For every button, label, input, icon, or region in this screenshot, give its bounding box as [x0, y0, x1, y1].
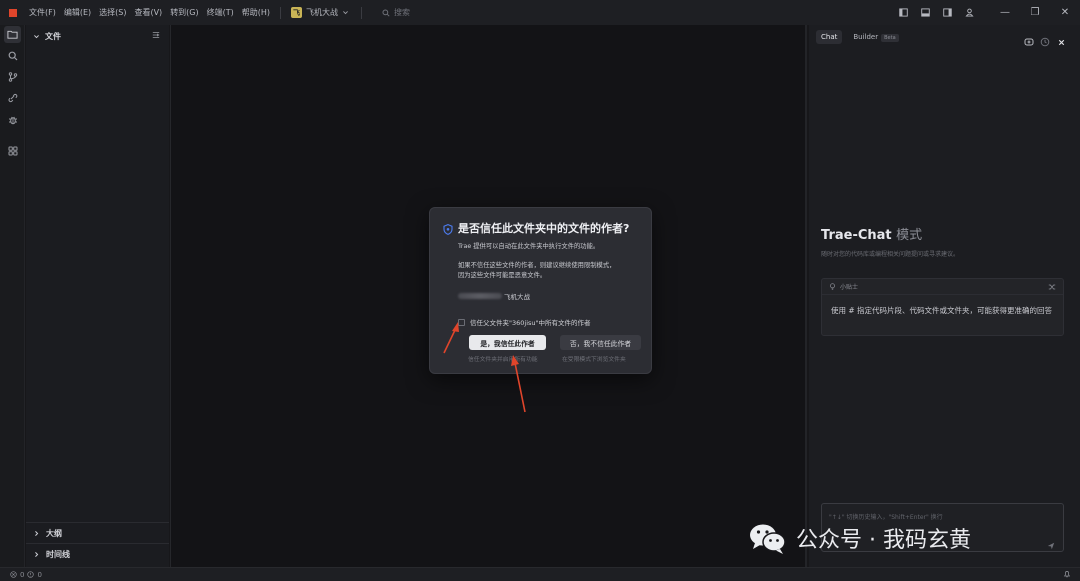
- chat-subtitle: 随时对您的代码库或编程相关问题提问或寻求建议。: [821, 251, 960, 258]
- tab-builder-label: Builder: [853, 33, 879, 41]
- send-icon[interactable]: [1047, 535, 1055, 550]
- menu-file[interactable]: 文件(F): [29, 7, 56, 18]
- shield-icon: [443, 220, 453, 239]
- chat-heading: Trae-Chat 模式: [821, 224, 922, 243]
- checkbox-box[interactable]: [458, 318, 465, 326]
- title-bar: 文件(F) 编辑(E) 选择(S) 查看(V) 转到(G) 终端(T) 帮助(H…: [0, 0, 1080, 25]
- activity-bar: [0, 25, 25, 567]
- watermark-text: 公众号 · 我码玄黄: [796, 528, 971, 553]
- search-icon: [382, 8, 390, 17]
- redacted-path: [458, 293, 502, 299]
- title-divider: [280, 6, 282, 19]
- outline-title: 大纲: [46, 528, 62, 538]
- trust-yes-button[interactable]: 是，我信任此作者: [469, 335, 546, 350]
- chevron-down-icon: [343, 11, 348, 15]
- folder-path: 飞机大战: [458, 291, 530, 301]
- search-placeholder: 搜索: [394, 8, 411, 17]
- dialog-description-1: Trae 提供可以自动在此文件夹中执行文件的功能。: [458, 243, 600, 250]
- watermark: 公众号 · 我码玄黄: [748, 521, 971, 555]
- explorer-icon[interactable]: [4, 26, 21, 43]
- tab-chat[interactable]: Chat: [816, 30, 843, 44]
- toggle-left-panel-icon[interactable]: [892, 0, 914, 25]
- trust-parent-checkbox[interactable]: 信任父文件夹"360jisu"中所有文件的作者: [458, 317, 591, 327]
- app-logo: [9, 8, 17, 17]
- new-chat-icon[interactable]: [1024, 32, 1034, 46]
- files-section-title: 文件: [45, 31, 61, 41]
- dialog-title: 是否信任此文件夹中的文件的作者?: [458, 222, 630, 235]
- trust-no-caption: 在受限模式下浏览文件夹: [562, 357, 626, 363]
- menu-selection[interactable]: 选择(S): [99, 7, 126, 18]
- menu-go[interactable]: 转到(G): [170, 7, 198, 18]
- chat-mode: 模式: [896, 228, 923, 243]
- restore-button[interactable]: ❐: [1020, 0, 1050, 25]
- bell-icon[interactable]: [1063, 570, 1071, 580]
- close-window-button[interactable]: ✕: [1050, 0, 1080, 25]
- extensions-icon[interactable]: [4, 142, 21, 159]
- trust-no-button[interactable]: 否，我不信任此作者: [560, 335, 641, 350]
- outline-section-header[interactable]: 大纲: [26, 522, 169, 543]
- minimize-button[interactable]: —: [990, 0, 1020, 25]
- error-count: 0: [20, 570, 25, 579]
- tip-card: 小贴士 使用 # 指定代码片段、代码文件或文件夹，可能获得更准确的回答: [821, 278, 1064, 336]
- trae-ide-window: 文件(F) 编辑(E) 选择(S) 查看(V) 转到(G) 终端(T) 帮助(H…: [0, 0, 1080, 581]
- tip-header: 小贴士: [822, 279, 1063, 295]
- chevron-right-icon: [35, 551, 39, 557]
- chat-input-placeholder: "↑↓" 切换历史输入，"Shift+Enter" 换行: [829, 514, 943, 521]
- workspace-trust-dialog: 是否信任此文件夹中的文件的作者? Trae 提供可以自动在此文件夹中执行文件的功…: [429, 207, 652, 374]
- timeline-section-header[interactable]: 时间线: [26, 543, 169, 564]
- account-icon[interactable]: [958, 0, 980, 25]
- chevron-right-icon: [35, 530, 39, 536]
- toggle-bottom-panel-icon[interactable]: [914, 0, 936, 25]
- beta-badge: Beta: [881, 34, 899, 42]
- files-section-header[interactable]: 文件: [26, 25, 169, 47]
- title-divider-2: [361, 6, 363, 19]
- wechat-icon: [750, 524, 786, 554]
- close-icon[interactable]: [1057, 32, 1067, 46]
- menu-view[interactable]: 查看(V): [134, 7, 162, 18]
- explorer-panel: 文件 大纲 时间线: [26, 25, 169, 567]
- project-badge: 飞: [291, 7, 303, 18]
- tip-text: 使用 # 指定代码片段、代码文件或文件夹，可能获得更准确的回答: [831, 306, 1053, 315]
- window-controls: — ❐ ✕: [892, 0, 1080, 25]
- search-icon[interactable]: [4, 47, 21, 64]
- lightbulb-icon: [830, 283, 835, 290]
- search-box[interactable]: 搜索: [382, 7, 410, 18]
- timeline-title: 时间线: [46, 549, 70, 559]
- trust-yes-caption: 信任文件夹并启用所有功能: [468, 357, 538, 363]
- tab-builder[interactable]: Builder Beta: [848, 30, 903, 44]
- chat-panel: Chat Builder Beta Trae-Chat 模式 随时对您的代码库或编…: [809, 25, 1080, 567]
- source-control-icon[interactable]: [4, 68, 21, 85]
- warning-count: 0: [37, 570, 42, 579]
- chevron-down-icon: [34, 34, 39, 38]
- menu-help[interactable]: 帮助(H): [242, 7, 270, 18]
- collapse-all-icon[interactable]: [152, 31, 160, 41]
- menu-bar: 文件(F) 编辑(E) 选择(S) 查看(V) 转到(G) 终端(T) 帮助(H…: [29, 7, 270, 18]
- shuffle-icon[interactable]: [1048, 283, 1056, 293]
- toggle-right-panel-icon[interactable]: [936, 0, 958, 25]
- history-icon[interactable]: [1040, 32, 1050, 47]
- status-bar: 0 0: [0, 567, 1080, 581]
- trust-parent-label: 信任父文件夹"360jisu"中所有文件的作者: [470, 319, 591, 327]
- tip-label: 小贴士: [840, 284, 859, 291]
- dialog-description-3: 因为这些文件可能是恶意文件。: [458, 272, 547, 279]
- project-name: 飞机大战: [306, 8, 339, 17]
- warning-icon[interactable]: [27, 571, 35, 578]
- project-switcher[interactable]: 飞 飞机大战: [291, 7, 349, 18]
- remote-link-icon[interactable]: [4, 89, 21, 106]
- folder-path-suffix: 飞机大战: [504, 293, 530, 301]
- dialog-description-2: 如果不信任这些文件的作者，则建议继续使用限制模式，: [458, 262, 616, 269]
- debug-icon[interactable]: [4, 111, 21, 128]
- error-icon[interactable]: [10, 571, 17, 578]
- menu-terminal[interactable]: 终端(T): [207, 7, 234, 18]
- chat-title: Trae-Chat: [821, 228, 892, 243]
- menu-edit[interactable]: 编辑(E): [64, 7, 91, 18]
